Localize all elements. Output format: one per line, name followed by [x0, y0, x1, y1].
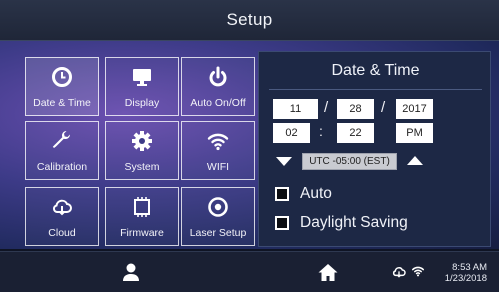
monitor-icon: [106, 65, 178, 89]
wrench-icon: [26, 129, 98, 153]
time-separator: :: [319, 123, 323, 139]
dst-label: Daylight Saving: [300, 214, 408, 231]
tile-date-time[interactable]: Date & Time: [25, 57, 99, 116]
auto-label: Auto: [300, 185, 332, 202]
tile-label: Display: [124, 97, 160, 109]
tile-label: Firmware: [120, 227, 164, 239]
gear-icon: [106, 129, 178, 153]
tile-cloud[interactable]: Cloud: [25, 187, 99, 246]
clock-icon: [26, 65, 98, 89]
tile-label: Calibration: [36, 161, 88, 173]
dst-checkbox-row[interactable]: Daylight Saving: [275, 214, 408, 232]
wifi-status-icon: [411, 264, 425, 283]
day-field[interactable]: 28: [337, 99, 374, 119]
header-bar: Setup: [0, 0, 499, 41]
date-time-panel: Date & Time 11 / 28 / 2017 02 : 22 PM UT…: [258, 51, 491, 247]
tile-laser-setup[interactable]: Laser Setup: [181, 187, 255, 246]
hour-field[interactable]: 02: [273, 123, 310, 143]
tile-label: Laser Setup: [189, 227, 247, 239]
tile-wifi[interactable]: WIFI: [181, 121, 255, 180]
tile-calibration[interactable]: Calibration: [25, 121, 99, 180]
tile-label: Cloud: [48, 227, 76, 239]
user-icon[interactable]: [121, 262, 141, 287]
date-separator: /: [381, 99, 386, 116]
tile-label: System: [124, 161, 160, 173]
timezone-next-button[interactable]: [407, 156, 423, 165]
tile-label: WIFI: [206, 161, 230, 173]
cloud-icon: [26, 195, 98, 219]
year-field[interactable]: 2017: [396, 99, 433, 119]
date-text: 1/23/2018: [444, 273, 487, 284]
target-icon: [182, 195, 254, 219]
main-area: Date & Time Display Auto On/Off Calibrat…: [0, 41, 499, 249]
auto-checkbox[interactable]: [275, 187, 289, 201]
page-title: Setup: [226, 10, 273, 29]
cloud-icon: [391, 265, 407, 284]
home-icon[interactable]: [317, 262, 339, 287]
time-text: 8:53 AM: [452, 262, 487, 273]
wifi-icon: [182, 129, 254, 153]
timezone-display: UTC -05:00 (EST): [302, 153, 397, 170]
tile-display[interactable]: Display: [105, 57, 179, 116]
dst-checkbox[interactable]: [275, 216, 289, 230]
tile-firmware[interactable]: Firmware: [105, 187, 179, 246]
clock-readout: 8:53 AM 1/23/2018: [445, 262, 487, 284]
tile-label: Date & Time: [33, 97, 91, 109]
month-field[interactable]: 11: [273, 99, 318, 119]
power-icon: [182, 65, 254, 89]
ampm-field[interactable]: PM: [396, 123, 433, 143]
setup-screen: Setup Date & Time Display Auto On/Off Ca…: [0, 0, 499, 292]
divider: [269, 89, 482, 90]
tile-auto-on-off[interactable]: Auto On/Off: [181, 57, 255, 116]
auto-checkbox-row[interactable]: Auto: [275, 185, 332, 203]
tile-label: Auto On/Off: [190, 97, 246, 109]
timezone-prev-button[interactable]: [276, 157, 292, 166]
tile-system[interactable]: System: [105, 121, 179, 180]
date-separator: /: [324, 99, 329, 116]
panel-title: Date & Time: [331, 62, 420, 79]
chip-icon: [106, 195, 178, 219]
footer-bar: 8:53 AM 1/23/2018: [0, 251, 499, 292]
minute-field[interactable]: 22: [337, 123, 374, 143]
